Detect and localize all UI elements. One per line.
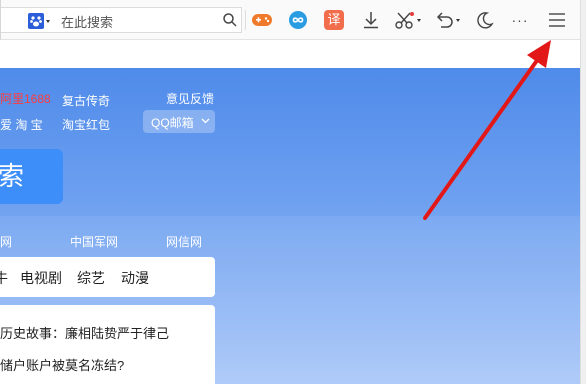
browser-toolbar: 在此搜索 译 ··· (0, 0, 580, 40)
tab-variety[interactable]: 综艺 (77, 268, 105, 288)
scissors-icon[interactable] (394, 9, 424, 31)
chevron-down-icon (201, 118, 210, 124)
gamepad-icon[interactable] (251, 9, 273, 31)
baidu-paw-icon[interactable] (28, 13, 52, 29)
download-icon[interactable] (360, 9, 382, 31)
site-junwang[interactable]: 中国军网 (70, 233, 118, 250)
link-fugu[interactable]: 复古传奇 (62, 92, 110, 109)
search-icon[interactable] (219, 9, 241, 31)
bookmark-bar (0, 40, 580, 68)
search-button[interactable]: 索 (0, 149, 63, 204)
tab-tv[interactable]: 电视剧 (20, 268, 62, 288)
link-feedback[interactable]: 意见反馈 (166, 90, 214, 107)
tab-anime[interactable]: 动漫 (121, 268, 149, 288)
link-alibaba[interactable]: 阿里1688 (0, 90, 51, 107)
translate-label: 译 (324, 10, 344, 30)
news-item[interactable]: 历史故事：廉相陆贽严于律己 (0, 323, 169, 342)
menu-icon[interactable] (546, 9, 568, 31)
link-taobao[interactable]: 爱 淘 宝 (0, 116, 43, 133)
window-edge (580, 0, 586, 384)
news-item[interactable]: 储户账户被莫名冻结? (0, 355, 124, 374)
infinity-icon[interactable] (287, 9, 309, 31)
toolbar-divider (245, 10, 246, 30)
moon-icon[interactable] (474, 9, 496, 31)
qqmail-label: QQ邮箱 (151, 116, 194, 130)
link-taobao-hongbao[interactable]: 淘宝红包 (62, 116, 110, 133)
search-box[interactable]: 在此搜索 (1, 7, 242, 33)
site-wangxin[interactable]: 网信网 (166, 233, 202, 250)
news-card: 历史故事：廉相陆贽严于律己 储户账户被莫名冻结? (0, 305, 215, 384)
more-icon[interactable]: ··· (509, 9, 531, 31)
tab-category-0[interactable]: 牛 (0, 268, 8, 288)
translate-icon[interactable]: 译 (323, 9, 345, 31)
qqmail-button[interactable]: QQ邮箱 (143, 110, 215, 133)
category-tabs: 牛 电视剧 综艺 动漫 (0, 257, 215, 297)
search-placeholder[interactable]: 在此搜索 (61, 12, 113, 31)
new-tab-page: 阿里1688 复古传奇 意见反馈 爱 淘 宝 淘宝红包 QQ邮箱 索 网 中国军… (0, 68, 580, 384)
dropdown-icon (46, 20, 50, 23)
undo-icon[interactable] (434, 9, 464, 31)
site-wang[interactable]: 网 (0, 233, 12, 250)
